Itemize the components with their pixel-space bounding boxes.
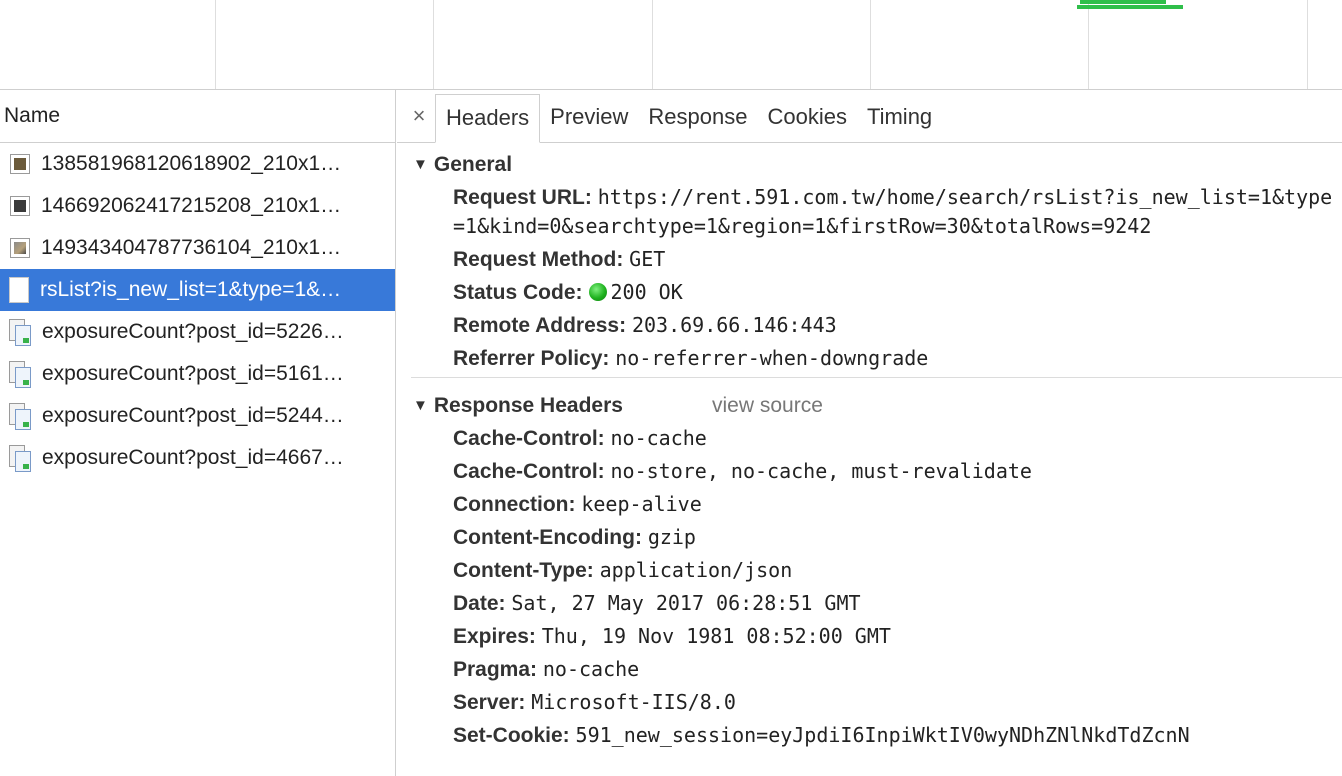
- general-section-title: General: [433, 153, 513, 176]
- request-name: 149343404787736104_210x1…: [41, 236, 342, 259]
- header-value: 200 OK: [610, 280, 683, 304]
- response-headers-section-toggle[interactable]: ▼ Response Headers view source: [397, 384, 1342, 422]
- header-key: Expires:: [453, 625, 536, 648]
- timeline-request-bar: [1077, 5, 1183, 9]
- header-key: Date:: [453, 592, 506, 615]
- header-value: no-cache: [542, 657, 640, 681]
- response-headers-title: Response Headers: [433, 394, 623, 417]
- timeline-overview[interactable]: [0, 0, 1342, 90]
- xhr-icon: [9, 319, 31, 346]
- response-header-row: Cache-Control: no-store, no-cache, must-…: [397, 455, 1342, 488]
- request-row[interactable]: exposureCount?post_id=4667…: [0, 437, 395, 479]
- close-icon[interactable]: ×: [403, 94, 435, 142]
- header-value: gzip: [647, 525, 696, 549]
- header-key: Content-Encoding:: [453, 526, 642, 549]
- section-divider: [411, 377, 1342, 378]
- response-header-row: Cache-Control: no-cache: [397, 422, 1342, 455]
- request-name: rsList?is_new_list=1&type=1&…: [40, 278, 342, 301]
- header-key: Cache-Control:: [453, 460, 605, 483]
- timeline-gridline: [652, 0, 653, 89]
- header-key: Request URL:: [453, 186, 592, 209]
- response-header-row: Date: Sat, 27 May 2017 06:28:51 GMT: [397, 587, 1342, 620]
- header-value: no-cache: [610, 426, 707, 450]
- remote-address-row: Remote Address: 203.69.66.146:443: [397, 309, 1342, 342]
- timeline-request-bar: [1080, 0, 1166, 4]
- request-row[interactable]: 149343404787736104_210x1…: [0, 227, 395, 269]
- header-key: Set-Cookie:: [453, 724, 570, 747]
- request-name: exposureCount?post_id=4667…: [42, 446, 344, 469]
- header-key: Cache-Control:: [453, 427, 605, 450]
- timeline-gridline: [215, 0, 216, 89]
- header-value: Sat, 27 May 2017 06:28:51 GMT: [511, 591, 861, 615]
- view-source-link[interactable]: view source: [712, 394, 823, 418]
- details-tab-bar: × Headers Preview Response Cookies Timin…: [397, 90, 1342, 143]
- header-key: Status Code:: [453, 281, 583, 304]
- document-icon: [9, 277, 29, 303]
- response-header-row: Connection: keep-alive: [397, 488, 1342, 521]
- image-thumbnail-icon: [10, 238, 30, 258]
- header-value: no-store, no-cache, must-revalidate: [610, 459, 1032, 483]
- header-value: keep-alive: [581, 492, 702, 516]
- request-list-pane: Name 138581968120618902_210x1… 146692062…: [0, 90, 396, 776]
- status-ok-icon: [588, 283, 607, 301]
- response-headers-list: Cache-Control: no-cache Cache-Control: n…: [397, 422, 1342, 752]
- request-row[interactable]: exposureCount?post_id=5226…: [0, 311, 395, 353]
- header-key: Remote Address:: [453, 314, 627, 337]
- general-section-toggle[interactable]: ▼ General: [397, 143, 1342, 181]
- timeline-gridline: [433, 0, 434, 89]
- request-method-row: Request Method: GET: [397, 243, 1342, 276]
- header-key: Server:: [453, 691, 526, 714]
- request-row-selected[interactable]: rsList?is_new_list=1&type=1&…: [0, 269, 395, 311]
- xhr-icon: [9, 403, 31, 430]
- header-value: Microsoft-IIS/8.0: [531, 690, 736, 714]
- header-key: Connection:: [453, 493, 576, 516]
- header-key: Content-Type:: [453, 559, 594, 582]
- tab-timing[interactable]: Timing: [857, 94, 942, 142]
- header-key: Referrer Policy:: [453, 347, 610, 370]
- header-value: 203.69.66.146:443: [631, 313, 837, 337]
- response-header-row: Content-Encoding: gzip: [397, 521, 1342, 554]
- referrer-policy-row: Referrer Policy: no-referrer-when-downgr…: [397, 342, 1342, 375]
- request-row[interactable]: 138581968120618902_210x1…: [0, 143, 395, 185]
- response-header-row: Server: Microsoft-IIS/8.0: [397, 686, 1342, 719]
- timeline-gridline: [870, 0, 871, 89]
- timeline-gridline: [1307, 0, 1308, 89]
- header-value: no-referrer-when-downgrade: [615, 346, 929, 370]
- tab-preview[interactable]: Preview: [540, 94, 638, 142]
- request-name: 138581968120618902_210x1…: [41, 152, 342, 175]
- image-thumbnail-icon: [10, 196, 30, 216]
- response-header-row: Pragma: no-cache: [397, 653, 1342, 686]
- triangle-down-icon: ▼: [413, 156, 428, 173]
- name-column-header[interactable]: Name: [0, 90, 395, 143]
- request-name: 146692062417215208_210x1…: [41, 194, 342, 217]
- request-url-row: Request URL: https://rent.591.com.tw/hom…: [397, 181, 1342, 243]
- response-header-row: Set-Cookie: 591_new_session=eyJpdiI6Inpi…: [397, 719, 1342, 752]
- header-value: application/json: [599, 558, 793, 582]
- request-row[interactable]: exposureCount?post_id=5244…: [0, 395, 395, 437]
- tab-cookies[interactable]: Cookies: [757, 94, 856, 142]
- header-value: GET: [629, 247, 666, 271]
- tab-headers[interactable]: Headers: [435, 94, 541, 143]
- request-name: exposureCount?post_id=5226…: [42, 320, 344, 343]
- request-row[interactable]: exposureCount?post_id=5161…: [0, 353, 395, 395]
- header-value: 591_new_session=eyJpdiI6InpiWktIV0wyNDhZ…: [575, 723, 1190, 747]
- request-row[interactable]: 146692062417215208_210x1…: [0, 185, 395, 227]
- tab-response[interactable]: Response: [638, 94, 757, 142]
- timeline-gridline: [1088, 0, 1089, 89]
- response-header-row: Expires: Thu, 19 Nov 1981 08:52:00 GMT: [397, 620, 1342, 653]
- header-key: Request Method:: [453, 248, 624, 271]
- request-name: exposureCount?post_id=5244…: [42, 404, 344, 427]
- response-header-row: Content-Type: application/json: [397, 554, 1342, 587]
- request-name: exposureCount?post_id=5161…: [42, 362, 344, 385]
- xhr-icon: [9, 361, 31, 388]
- image-thumbnail-icon: [10, 154, 30, 174]
- xhr-icon: [9, 445, 31, 472]
- header-key: Pragma:: [453, 658, 538, 681]
- request-details-pane: × Headers Preview Response Cookies Timin…: [397, 90, 1342, 776]
- status-code-row: Status Code: 200 OK: [397, 276, 1342, 309]
- header-value: Thu, 19 Nov 1981 08:52:00 GMT: [541, 624, 891, 648]
- triangle-down-icon: ▼: [413, 397, 428, 414]
